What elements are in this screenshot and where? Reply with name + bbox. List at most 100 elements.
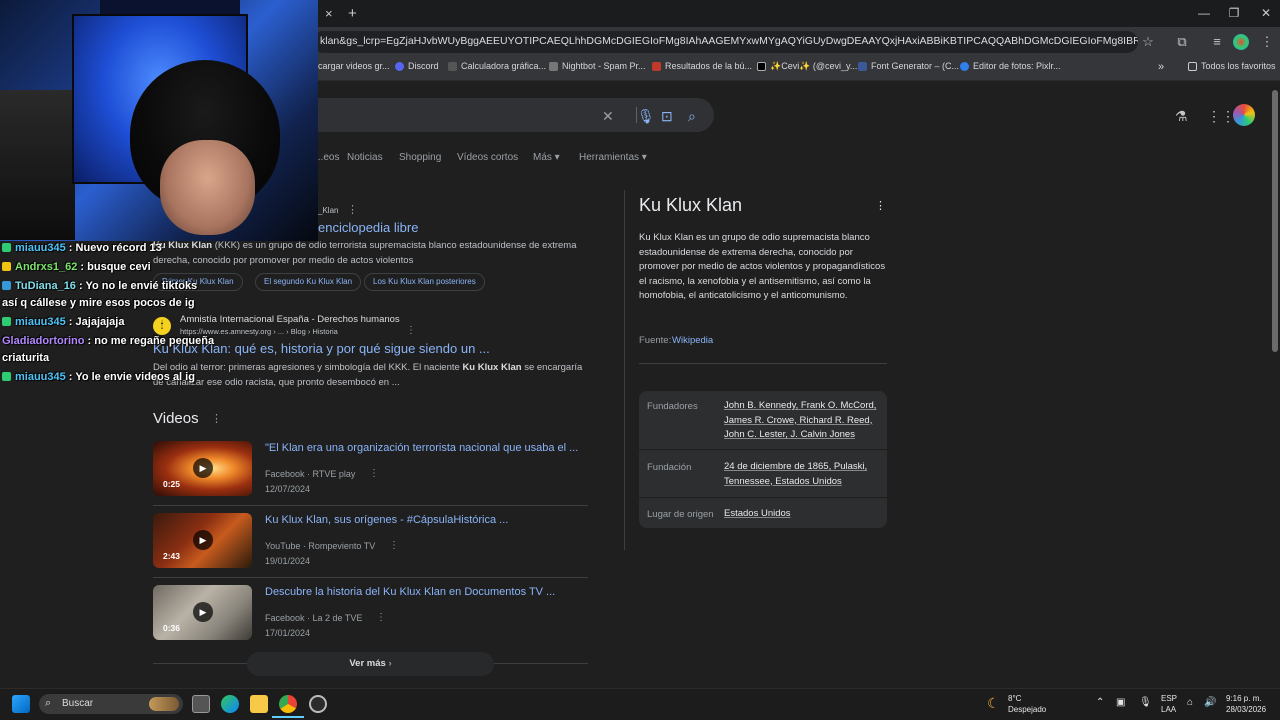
address-bar[interactable]: klan&gs_lcrp=EgZjaHJvbWUyBggAEEUYOTIPCAE… <box>312 31 1138 53</box>
chat-message: miauu345 : Jajajajaja <box>2 316 124 328</box>
video-duration: 0:36 <box>163 623 181 633</box>
active-app-indicator <box>272 716 304 718</box>
media-controls-icon[interactable]: ≡ <box>1208 33 1226 51</box>
tab-videos[interactable]: ...eos <box>315 152 339 163</box>
tray-app-icon[interactable]: ▣ <box>1116 697 1125 708</box>
apps-grid-icon[interactable]: ⋮⋮ <box>1207 108 1235 125</box>
video-title-link[interactable]: "El Klan era una organización terrorista… <box>265 442 578 454</box>
result-breadcrumb: _Klan <box>318 206 339 215</box>
new-tab-button[interactable]: + <box>348 5 357 22</box>
video-duration: 2:43 <box>163 551 181 561</box>
bookmark-star-icon[interactable]: ☆ <box>1139 33 1157 51</box>
more-bookmarks-icon[interactable]: » <box>1158 61 1164 73</box>
result-snippet: Del odio al terror: primeras agresiones … <box>153 362 583 388</box>
close-tab-button[interactable]: × <box>325 6 333 21</box>
bookmark-item[interactable]: Font Generator – (C... <box>858 61 959 71</box>
result-menu-icon[interactable]: ⋮ <box>406 325 416 336</box>
video-thumbnail[interactable]: ▶ 0:36 <box>153 585 252 640</box>
fact-value-link[interactable]: 24 de diciembre de 1865, Pulaski, Tennes… <box>724 460 884 489</box>
video-menu-icon[interactable]: ⋮ <box>389 540 399 551</box>
sitelink-chip[interactable]: Los Ku Klux Klan posteriores <box>364 273 485 291</box>
discord-icon <box>395 61 404 71</box>
edge-icon[interactable] <box>221 695 239 713</box>
obs-icon[interactable] <box>309 695 327 713</box>
volume-icon[interactable]: 🔊 <box>1204 697 1216 708</box>
sitelink-chip[interactable]: El segundo Ku Klux Klan <box>255 273 362 291</box>
restore-icon[interactable]: ❐ <box>1224 6 1244 20</box>
video-thumbnail[interactable]: ▶ 0:25 <box>153 441 252 496</box>
divider <box>153 663 247 664</box>
tab-mas[interactable]: Más ▾ <box>533 152 560 163</box>
tray-overflow-icon[interactable]: ⌃ <box>1096 697 1104 708</box>
divider <box>639 449 887 450</box>
fact-value-link[interactable]: Estados Unidos <box>724 507 884 522</box>
result-snippet: Ku Klux Klan (KKK) es un grupo de odio t… <box>153 240 577 266</box>
video-title-link[interactable]: Descubre la historia del Ku Klux Klan en… <box>265 586 555 598</box>
room-wall <box>0 90 75 240</box>
chat-message: TuDiana_16 : Yo no le envié tiktoks <box>2 280 197 292</box>
video-title-link[interactable]: Ku Klux Klan, sus orígenes - #CápsulaHis… <box>265 514 508 526</box>
video-date: 19/01/2024 <box>265 556 311 566</box>
menu-icon[interactable]: ⋮ <box>1258 33 1276 51</box>
source-link[interactable]: Wikipedia <box>672 335 713 346</box>
video-source: Facebook · La 2 de TVE <box>265 613 363 623</box>
minimize-icon[interactable]: — <box>1194 6 1214 20</box>
knowledge-panel-description: Ku Klux Klan es un grupo de odio suprema… <box>639 232 886 302</box>
bookmark-item[interactable]: Nightbot - Spam Pr... <box>549 61 646 71</box>
clock-time[interactable]: 9:16 p. m. <box>1226 694 1262 703</box>
divider <box>639 497 887 498</box>
webcam-top <box>100 0 240 14</box>
fact-value-link[interactable]: John B. Kennedy, Frank O. McCord, James … <box>724 399 884 443</box>
divider <box>153 505 588 506</box>
close-window-icon[interactable]: ✕ <box>1256 6 1276 20</box>
webcam-overlay <box>0 0 318 241</box>
clear-search-icon[interactable]: ✕ <box>602 108 614 125</box>
weather-moon-icon: ☾ <box>987 695 1000 711</box>
network-icon[interactable]: ⌂ <box>1187 697 1193 708</box>
tab-videos-cortos[interactable]: Vídeos cortos <box>457 152 518 163</box>
bookmark-item[interactable]: Resultados de la bú... <box>652 61 752 71</box>
bookmark-item[interactable]: ✨Cevi✨ (@cevi_y... <box>757 61 857 72</box>
extensions-icon[interactable]: ⧉ <box>1173 33 1191 51</box>
more-videos-button[interactable]: Ver más › <box>247 652 494 676</box>
microphone-icon[interactable]: 🎙 <box>1139 697 1152 708</box>
bookmark-item[interactable]: Discord <box>395 61 439 71</box>
result-menu-icon[interactable]: ⋮ <box>347 203 358 216</box>
tab-shopping[interactable]: Shopping <box>399 152 441 163</box>
google-account-avatar[interactable] <box>1233 104 1255 126</box>
video-menu-icon[interactable]: ⋮ <box>376 612 386 623</box>
language-layout[interactable]: LAA <box>1161 705 1176 714</box>
taskbar-search[interactable]: ⌕ Buscar <box>39 694 183 714</box>
task-view-icon[interactable] <box>192 695 210 713</box>
video-date: 17/01/2024 <box>265 628 311 638</box>
profile-avatar[interactable] <box>1233 34 1249 50</box>
file-explorer-icon[interactable] <box>250 695 268 713</box>
search-icon: ⌕ <box>45 697 52 709</box>
video-menu-icon[interactable]: ⋮ <box>369 468 379 479</box>
calculator-icon <box>448 61 457 71</box>
labs-icon[interactable]: ⚗ <box>1175 108 1188 125</box>
result-title-link[interactable]: enciclopedia libre <box>318 220 418 235</box>
video-date: 12/07/2024 <box>265 484 311 494</box>
bookmark-item[interactable]: Editor de fotos: Pixlr... <box>960 61 1061 71</box>
start-button-icon[interactable] <box>12 695 30 713</box>
voice-search-icon[interactable]: 🎙 <box>637 108 655 125</box>
weather-temp: 8°C <box>1008 694 1022 703</box>
amnesty-favicon: 🕯 <box>153 317 171 335</box>
language-code[interactable]: ESP <box>1161 694 1177 703</box>
all-favorites-folder[interactable]: Todos los favoritos <box>1188 61 1276 71</box>
clock-date[interactable]: 28/03/2026 <box>1226 705 1266 714</box>
panel-menu-icon[interactable]: ⋮ <box>875 199 886 212</box>
chrome-icon[interactable] <box>279 695 297 713</box>
search-icon[interactable]: ⌕ <box>688 108 696 125</box>
bookmark-item[interactable]: cargar videos gr... <box>318 61 390 71</box>
result-site-name: Amnistía Internacional España - Derechos… <box>180 314 400 325</box>
tab-herramientas[interactable]: Herramientas ▾ <box>579 152 647 163</box>
weather-desc: Despejado <box>1008 705 1047 714</box>
videos-menu-icon[interactable]: ⋮ <box>211 412 222 425</box>
tab-noticias[interactable]: Noticias <box>347 152 383 163</box>
lens-icon[interactable]: ⊡ <box>661 108 673 125</box>
video-thumbnail[interactable]: ▶ 2:43 <box>153 513 252 568</box>
bookmark-item[interactable]: Calculadora gráfica... <box>448 61 546 71</box>
page-scrollbar[interactable] <box>1272 90 1278 352</box>
